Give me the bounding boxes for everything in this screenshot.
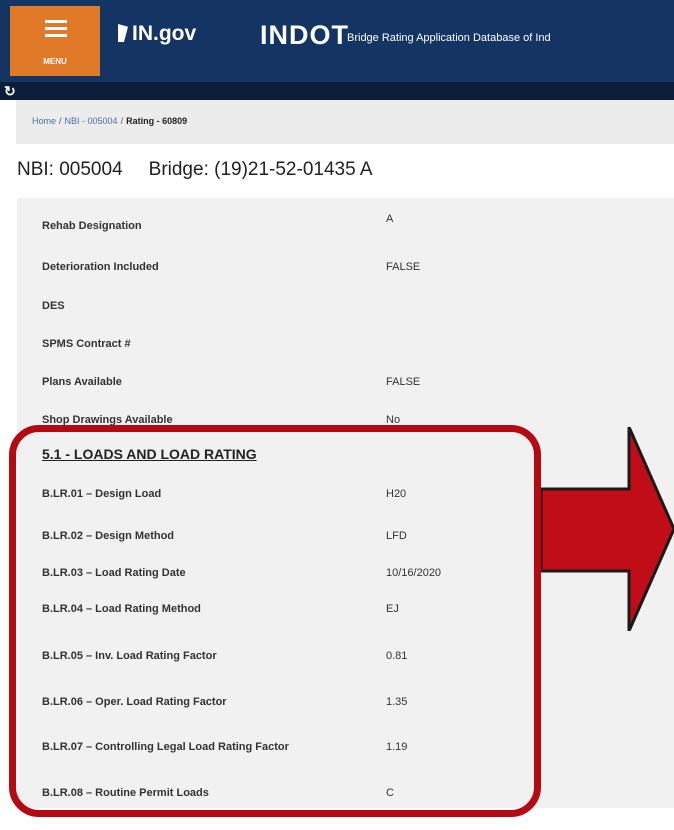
detail-value: A bbox=[386, 213, 394, 225]
sub-toolbar: ↻ bbox=[0, 82, 674, 100]
bridge-id: Bridge: (19)21-52-01435 A bbox=[148, 159, 373, 180]
breadcrumb-bar: Home / NBI - 005004/Rating - 60809 bbox=[16, 100, 674, 144]
breadcrumb: Home / NBI - 005004/Rating - 60809 bbox=[32, 116, 188, 126]
breadcrumb-rating: Rating - 60809 bbox=[126, 116, 188, 126]
menu-label: MENU bbox=[43, 57, 67, 66]
detail-value: FALSE bbox=[386, 376, 421, 388]
menu-button[interactable]: MENU bbox=[10, 6, 100, 76]
indiana-flag-icon bbox=[118, 24, 128, 42]
hamburger-icon bbox=[45, 20, 67, 41]
detail-label: DES bbox=[42, 300, 65, 312]
app-title: Bridge Rating Application Database of In… bbox=[347, 32, 551, 44]
detail-label: Plans Available bbox=[42, 376, 122, 388]
indot-logo[interactable]: INDOT bbox=[260, 20, 349, 51]
breadcrumb-home[interactable]: Home bbox=[32, 116, 56, 126]
detail-label: Deterioration Included bbox=[42, 261, 159, 273]
breadcrumb-nbi[interactable]: NBI - 005004 bbox=[65, 116, 118, 126]
highlight-box bbox=[9, 425, 541, 817]
right-arrow-icon bbox=[541, 427, 674, 631]
refresh-icon[interactable]: ↻ bbox=[4, 82, 16, 100]
detail-label: Rehab Designation bbox=[42, 220, 142, 232]
detail-label: SPMS Contract # bbox=[42, 338, 131, 350]
page-title: NBI: 005004 Bridge: (19)21-52-01435 A bbox=[17, 159, 373, 181]
nbi-number: NBI: 005004 bbox=[17, 159, 123, 180]
in-gov-text: IN.gov bbox=[132, 22, 197, 45]
top-header: MENU IN.gov INDOT Bridge Rating Applicat… bbox=[0, 0, 674, 82]
detail-value: FALSE bbox=[386, 261, 421, 273]
in-gov-logo[interactable]: IN.gov bbox=[118, 22, 196, 46]
